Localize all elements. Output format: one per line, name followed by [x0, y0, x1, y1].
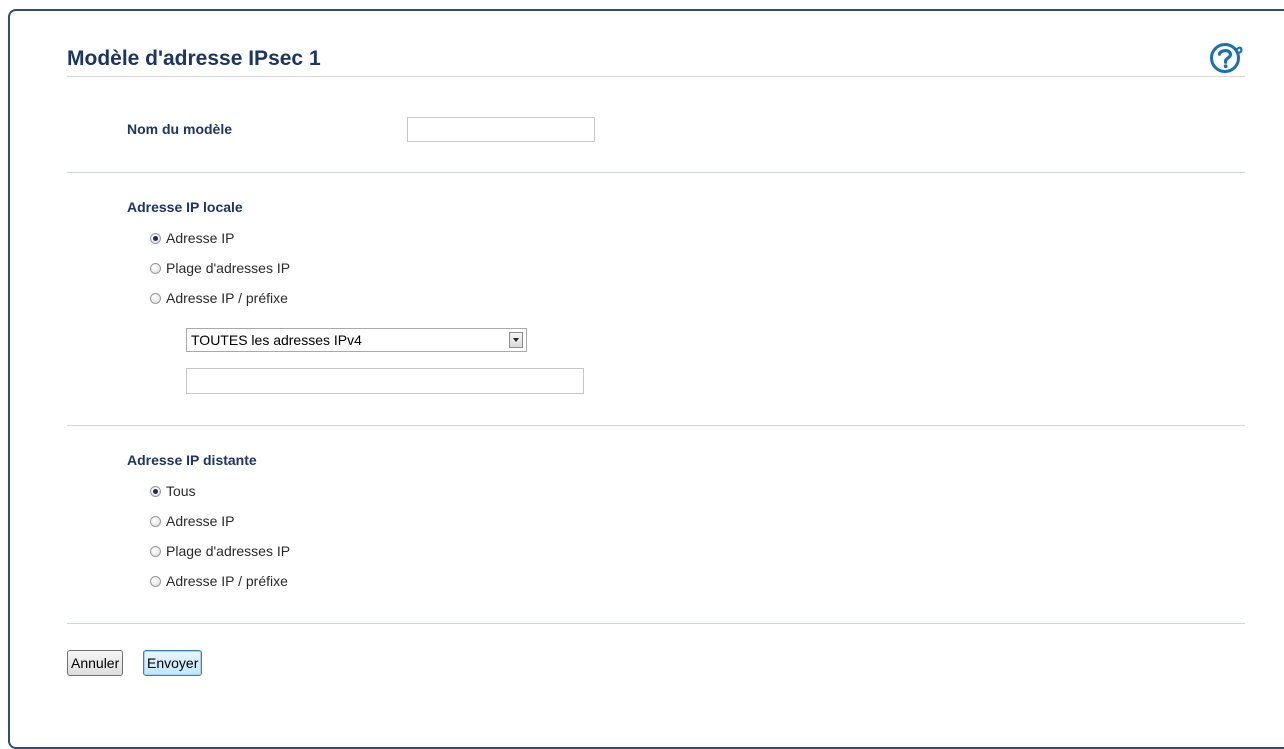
- local-ip-address-select[interactable]: TOUTES les adresses IPv4: [186, 328, 527, 352]
- radio-label: Plage d'adresses IP: [166, 543, 291, 559]
- radio-button[interactable]: [150, 485, 161, 497]
- remote-ip-option-prefix[interactable]: Adresse IP / préfixe: [150, 571, 288, 591]
- radio-button[interactable]: [150, 262, 161, 274]
- remote-ip-option-address[interactable]: Adresse IP: [150, 511, 234, 531]
- remote-ip-option-all[interactable]: Tous: [150, 481, 196, 501]
- radio-label: Adresse IP: [166, 513, 235, 529]
- radio-button[interactable]: [150, 515, 161, 527]
- radio-button[interactable]: [150, 232, 161, 244]
- submit-button[interactable]: Envoyer: [143, 650, 203, 676]
- local-ip-heading: Adresse IP locale: [127, 199, 243, 215]
- radio-button[interactable]: [150, 575, 161, 587]
- local-ip-option-prefix[interactable]: Adresse IP / préfixe: [150, 288, 288, 308]
- page-title: Modèle d'adresse IPsec 1: [67, 47, 321, 70]
- remote-ip-option-range[interactable]: Plage d'adresses IP: [150, 541, 290, 561]
- radio-label: Adresse IP / préfixe: [166, 290, 288, 306]
- radio-button[interactable]: [150, 292, 161, 304]
- radio-label: Adresse IP / préfixe: [166, 573, 288, 589]
- title-divider: [67, 76, 1245, 77]
- radio-label: Plage d'adresses IP: [166, 260, 291, 276]
- radio-label: Tous: [166, 483, 196, 499]
- local-ip-option-range[interactable]: Plage d'adresses IP: [150, 258, 290, 278]
- help-icon[interactable]: [1208, 41, 1246, 75]
- local-ip-address-input[interactable]: [186, 368, 584, 394]
- select-value: TOUTES les adresses IPv4: [191, 332, 362, 348]
- radio-button[interactable]: [150, 545, 161, 557]
- template-name-input[interactable]: [407, 117, 595, 142]
- cancel-button[interactable]: Annuler: [67, 650, 124, 676]
- radio-label: Adresse IP: [166, 230, 235, 246]
- remote-ip-heading: Adresse IP distante: [127, 452, 257, 468]
- section-divider: [67, 425, 1245, 426]
- section-divider: [67, 623, 1245, 624]
- chevron-down-icon[interactable]: [509, 332, 523, 348]
- local-ip-option-address[interactable]: Adresse IP: [150, 228, 234, 248]
- section-divider: [67, 172, 1245, 173]
- template-name-label: Nom du modèle: [127, 121, 233, 137]
- help-icon-graphic: [1210, 43, 1243, 73]
